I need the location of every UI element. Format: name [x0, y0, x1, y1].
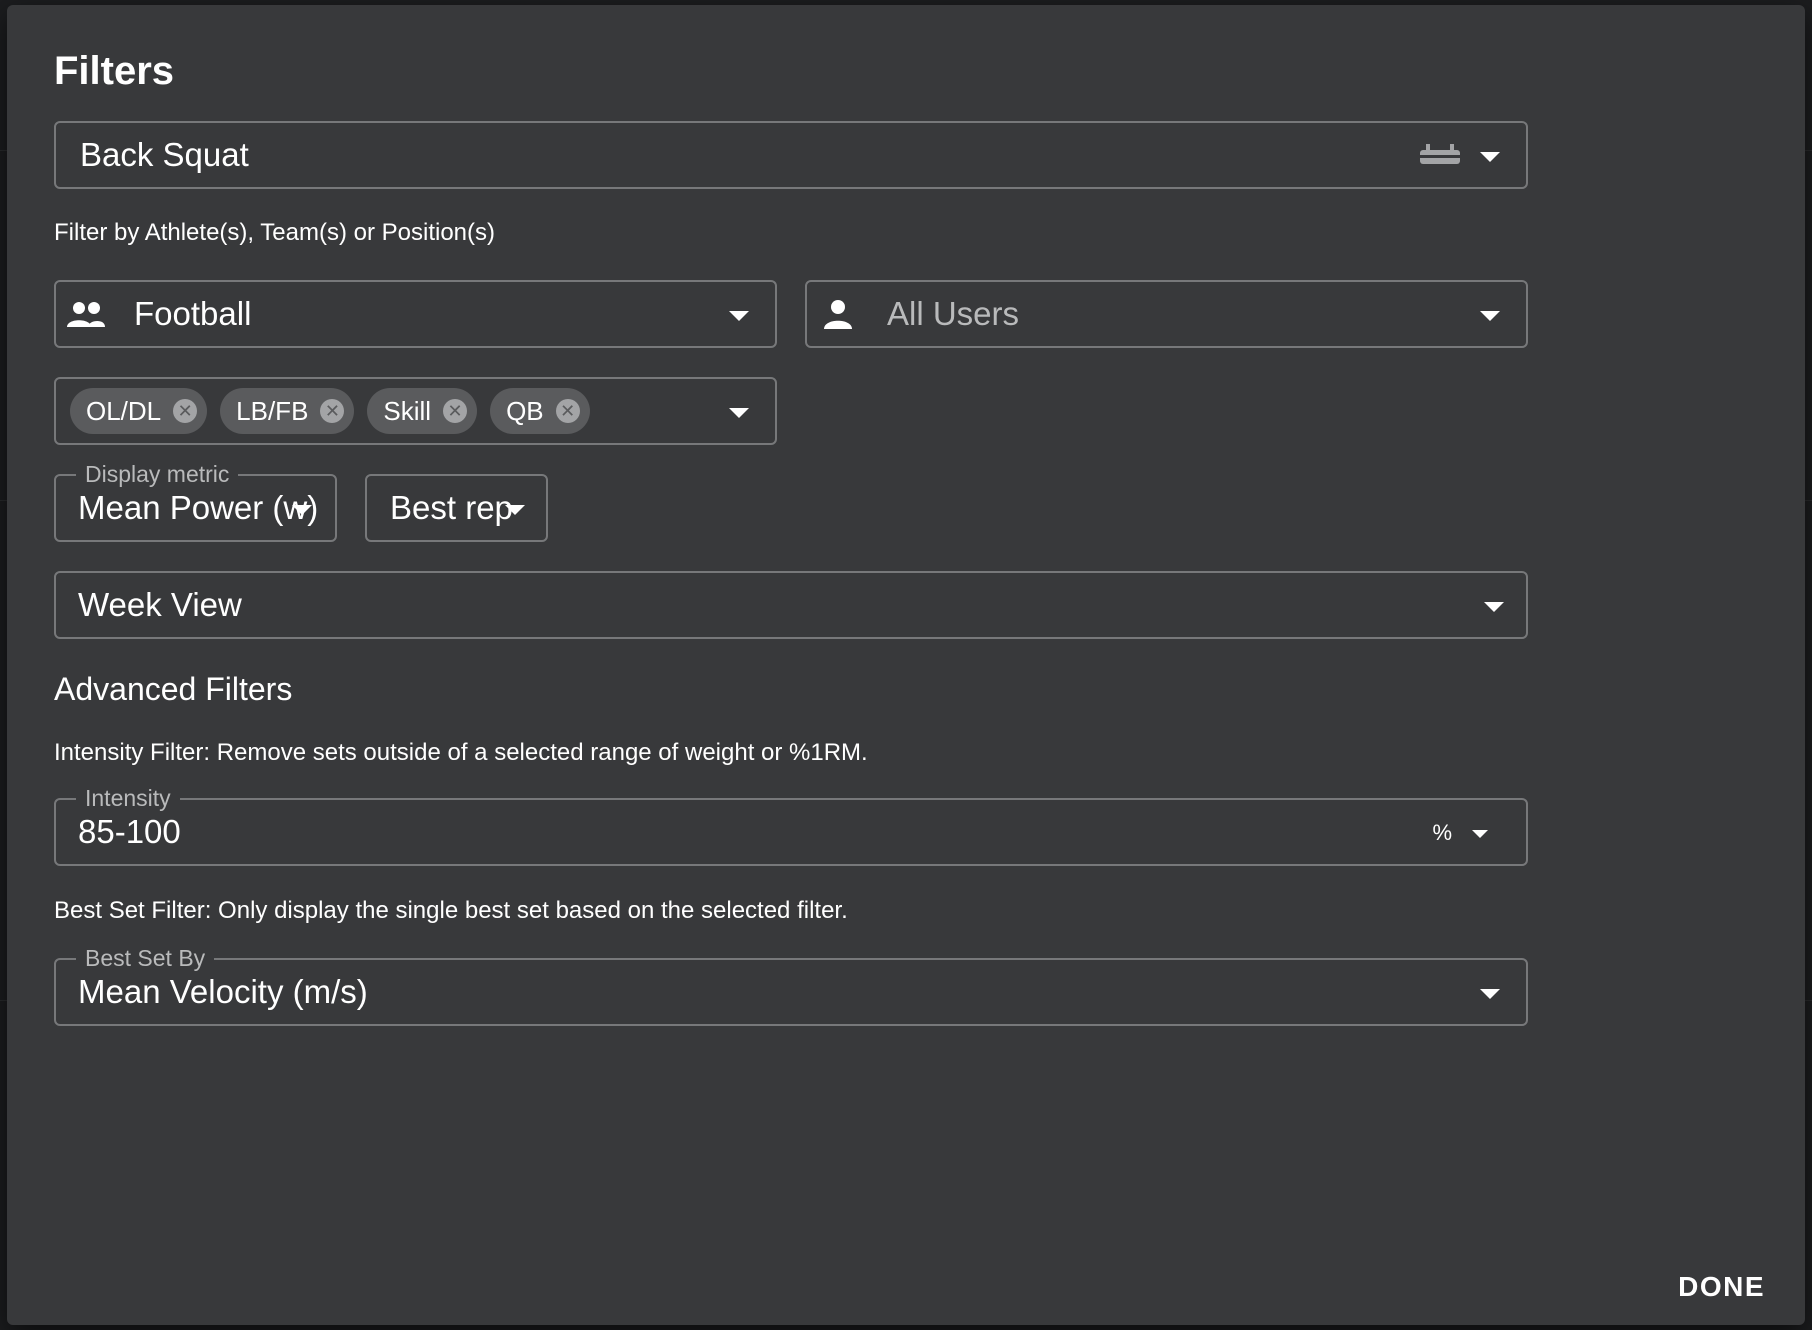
intensity-legend: Intensity: [76, 784, 180, 812]
dialog-title: Filters: [54, 49, 175, 93]
position-chip[interactable]: Skill ✕: [367, 388, 478, 434]
chevron-down-icon: [1480, 311, 1500, 321]
best-set-legend: Best Set By: [76, 944, 215, 972]
exercise-value: Back Squat: [80, 136, 249, 173]
chevron-down-icon: [292, 505, 312, 515]
position-chip[interactable]: OL/DL ✕: [70, 388, 208, 434]
group-icon: [66, 300, 106, 328]
person-icon: [823, 299, 853, 329]
team-select[interactable]: Football: [54, 280, 777, 348]
exercise-select[interactable]: Back Squat: [54, 121, 1528, 189]
chevron-down-icon[interactable]: [1472, 830, 1488, 838]
chip-label: LB/FB: [236, 395, 309, 426]
close-icon[interactable]: ✕: [443, 399, 468, 423]
intensity-field[interactable]: Intensity 85-100 %: [54, 784, 1528, 866]
rep-value: Best rep: [390, 489, 513, 526]
advanced-filters-heading: Advanced Filters: [54, 671, 293, 707]
display-metric-select[interactable]: Display metric Mean Power (w): [54, 460, 337, 542]
chevron-down-icon: [729, 311, 749, 321]
done-button[interactable]: DONE: [1678, 1271, 1765, 1303]
chevron-down-icon: [1480, 989, 1500, 999]
chevron-down-icon: [729, 408, 749, 418]
close-icon[interactable]: ✕: [555, 399, 580, 423]
display-metric-value: Mean Power (w): [78, 489, 319, 526]
team-value: Football: [134, 295, 252, 332]
chip-label: Skill: [383, 395, 432, 426]
users-select[interactable]: All Users: [805, 280, 1528, 348]
positions-select[interactable]: OL/DL ✕ LB/FB ✕ Skill ✕ QB ✕: [54, 377, 777, 445]
close-icon[interactable]: ✕: [173, 399, 198, 423]
chevron-down-icon: [1484, 602, 1504, 612]
athlete-filter-helper: Filter by Athlete(s), Team(s) or Positio…: [54, 219, 496, 246]
display-metric-legend: Display metric: [76, 460, 239, 488]
best-set-value: Mean Velocity (m/s): [78, 973, 368, 1010]
view-select[interactable]: Week View: [54, 571, 1528, 639]
chip-label: QB: [506, 395, 544, 426]
rep-select[interactable]: Best rep: [365, 474, 548, 542]
filters-dialog: Filters Back Squat Filter by Athlete(s),…: [7, 5, 1805, 1325]
chip-label: OL/DL: [86, 395, 162, 426]
chevron-down-icon: [1480, 152, 1500, 162]
position-chip[interactable]: LB/FB ✕: [220, 388, 355, 434]
intensity-value: 85-100: [78, 813, 181, 850]
barbell-icon: [1418, 141, 1462, 169]
best-set-helper: Best Set Filter: Only display the single…: [54, 897, 848, 924]
view-value: Week View: [78, 586, 242, 623]
chevron-down-icon: [505, 505, 525, 515]
close-icon[interactable]: ✕: [320, 399, 345, 423]
users-value: All Users: [887, 295, 1020, 332]
position-chip[interactable]: QB ✕: [490, 388, 590, 434]
intensity-unit[interactable]: %: [1432, 820, 1452, 846]
best-set-select[interactable]: Best Set By Mean Velocity (m/s): [54, 944, 1528, 1026]
intensity-helper: Intensity Filter: Remove sets outside of…: [54, 739, 868, 766]
